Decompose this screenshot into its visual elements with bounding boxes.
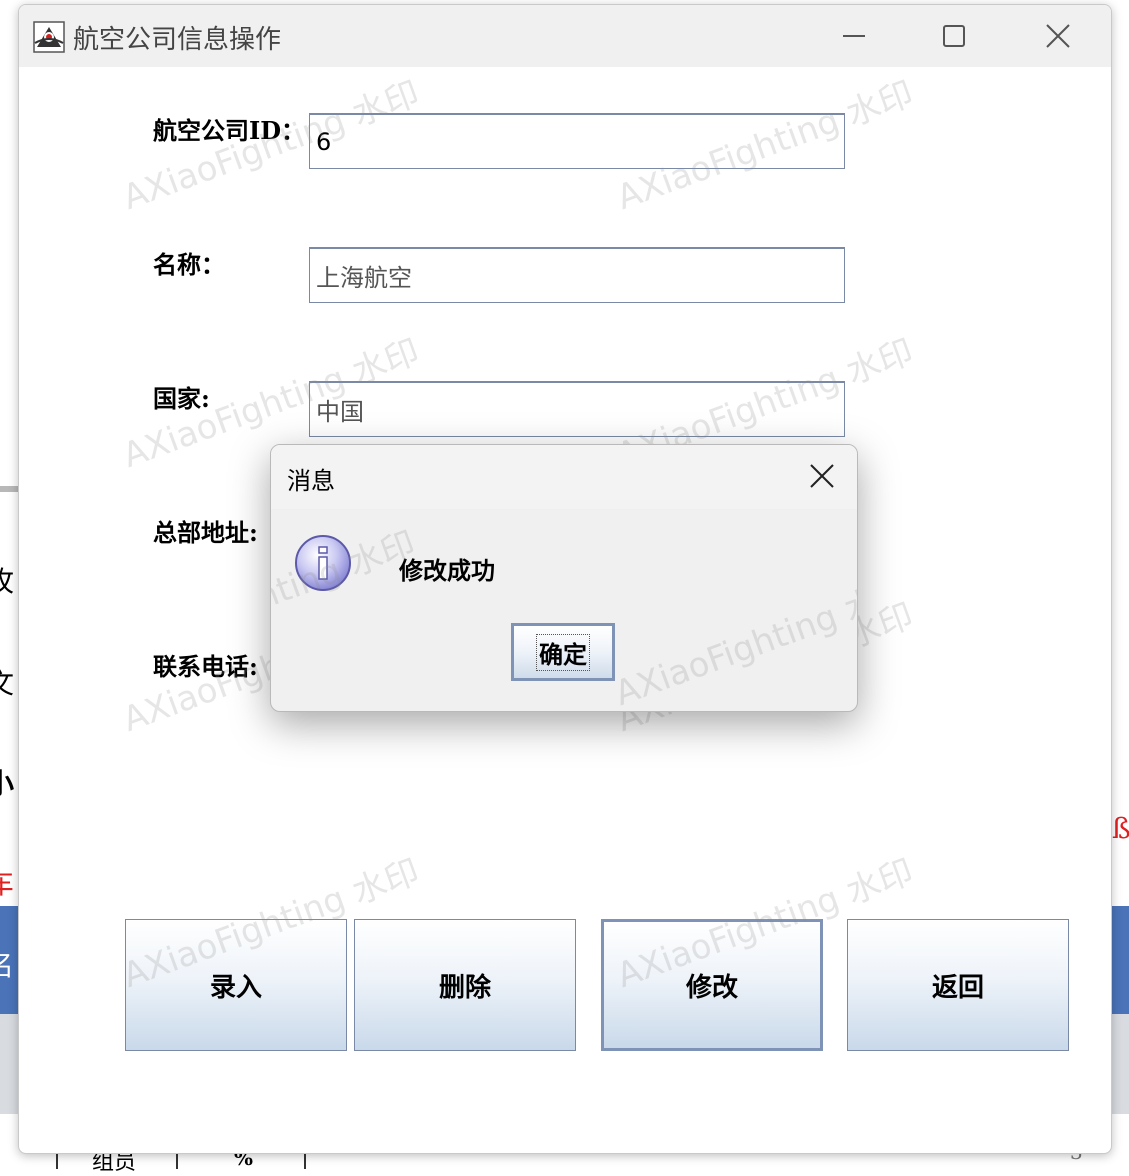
- java-app-icon: [33, 21, 65, 53]
- country-label: 国家:: [153, 384, 210, 413]
- background-text-fragment: 小: [0, 767, 15, 800]
- airline-id-input[interactable]: 6: [309, 113, 845, 169]
- background-blue-header: [1110, 906, 1129, 1014]
- watermark: AXiaoFighting 水印: [609, 569, 858, 712]
- add-button[interactable]: 录入: [125, 919, 347, 1051]
- background-text-fragment: 名: [0, 949, 15, 982]
- window-title: 航空公司信息操作: [73, 25, 282, 55]
- dialog-title-bar[interactable]: 消息: [271, 445, 857, 509]
- name-label: 名称：: [153, 250, 225, 279]
- dialog-title: 消息: [287, 467, 335, 495]
- phone-label: 联系电话:: [153, 652, 258, 681]
- airline-id-label: 航空公司ID：: [153, 116, 306, 145]
- background-table-line: [176, 1152, 178, 1169]
- background-gray-line: [0, 486, 18, 492]
- back-button[interactable]: 返回: [847, 919, 1069, 1051]
- dialog-close-icon[interactable]: [805, 459, 839, 493]
- background-table-line: [56, 1152, 58, 1169]
- background-gray-row: [1110, 1014, 1129, 1114]
- background-text-fragment: 文: [0, 667, 15, 700]
- background-text-fragment: 车: [0, 867, 15, 900]
- airline-id-value: 6: [316, 127, 332, 156]
- ok-button[interactable]: 确定: [511, 623, 615, 681]
- hq-address-label: 总部地址:: [153, 518, 258, 547]
- background-text-fragment: ß: [1112, 812, 1129, 845]
- name-value: 上海航空: [316, 264, 412, 292]
- modify-button[interactable]: 修改: [601, 919, 823, 1051]
- minimize-icon[interactable]: [835, 17, 873, 55]
- country-value: 中国: [316, 398, 364, 426]
- message-dialog: 消息 修改成功 确定 AXiaoFighting 水印 AXiaoFightin…: [270, 444, 858, 712]
- window-title-bar[interactable]: 航空公司信息操作: [19, 5, 1111, 67]
- close-icon[interactable]: [1039, 17, 1077, 55]
- background-gray-row: [0, 1014, 18, 1114]
- delete-button[interactable]: 删除: [354, 919, 576, 1051]
- name-input[interactable]: 上海航空: [309, 247, 845, 303]
- country-input[interactable]: 中国: [309, 381, 845, 437]
- info-icon: [295, 535, 351, 591]
- dialog-message: 修改成功: [399, 556, 495, 585]
- ok-button-label: 确定: [536, 633, 590, 671]
- background-table-line: [304, 1152, 306, 1169]
- maximize-icon[interactable]: [935, 17, 973, 55]
- background-text-fragment: 攻: [0, 565, 15, 598]
